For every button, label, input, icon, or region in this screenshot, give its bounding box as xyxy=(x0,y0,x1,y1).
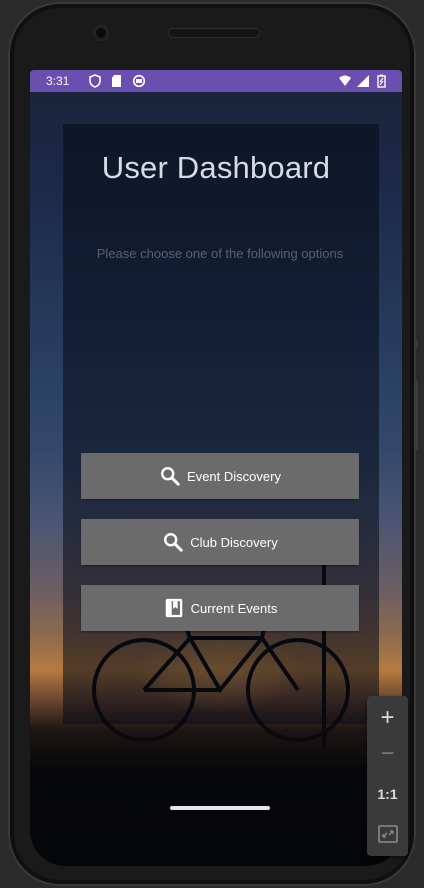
club-discovery-button[interactable]: Club Discovery xyxy=(81,519,359,565)
page-subtitle: Please choose one of the following optio… xyxy=(96,246,344,261)
emulator-zoom-panel: + − 1:1 xyxy=(367,696,408,856)
search-icon xyxy=(164,533,183,552)
wifi-icon xyxy=(339,75,351,86)
current-events-label: Current Events xyxy=(190,600,278,616)
sync-icon xyxy=(132,74,146,88)
zoom-out-button[interactable]: − xyxy=(367,734,408,774)
power-button xyxy=(414,340,418,348)
volume-button xyxy=(414,380,418,450)
sd-card-icon xyxy=(112,75,121,87)
fit-screen-icon xyxy=(377,825,398,843)
home-indicator[interactable] xyxy=(170,806,270,810)
battery-icon xyxy=(377,74,386,88)
bookmark-icon xyxy=(165,598,182,618)
signal-icon xyxy=(357,75,369,87)
phone-frame: 3:31 User Dashboard Please choose one of… xyxy=(8,2,418,886)
event-discovery-button[interactable]: Event Discovery xyxy=(81,453,359,499)
event-discovery-label: Event Discovery xyxy=(187,468,281,484)
content-overlay xyxy=(63,124,379,724)
current-events-button[interactable]: Current Events xyxy=(81,585,359,631)
page-title: User Dashboard xyxy=(101,150,331,185)
status-left-icons xyxy=(88,74,146,88)
search-icon xyxy=(161,467,180,486)
emulator-canvas: 3:31 User Dashboard Please choose one of… xyxy=(0,0,424,888)
shield-icon xyxy=(89,74,101,88)
zoom-in-button[interactable]: + xyxy=(367,698,408,738)
device-screen: 3:31 User Dashboard Please choose one of… xyxy=(30,70,402,866)
status-bar: 3:31 xyxy=(30,70,402,92)
front-camera xyxy=(94,26,108,40)
actual-size-button[interactable]: 1:1 xyxy=(367,774,408,814)
status-right-icons xyxy=(338,74,388,88)
earpiece-speaker xyxy=(168,28,260,38)
fit-screen-button[interactable] xyxy=(367,814,408,854)
club-discovery-label: Club Discovery xyxy=(190,534,278,550)
status-time: 3:31 xyxy=(46,74,70,88)
